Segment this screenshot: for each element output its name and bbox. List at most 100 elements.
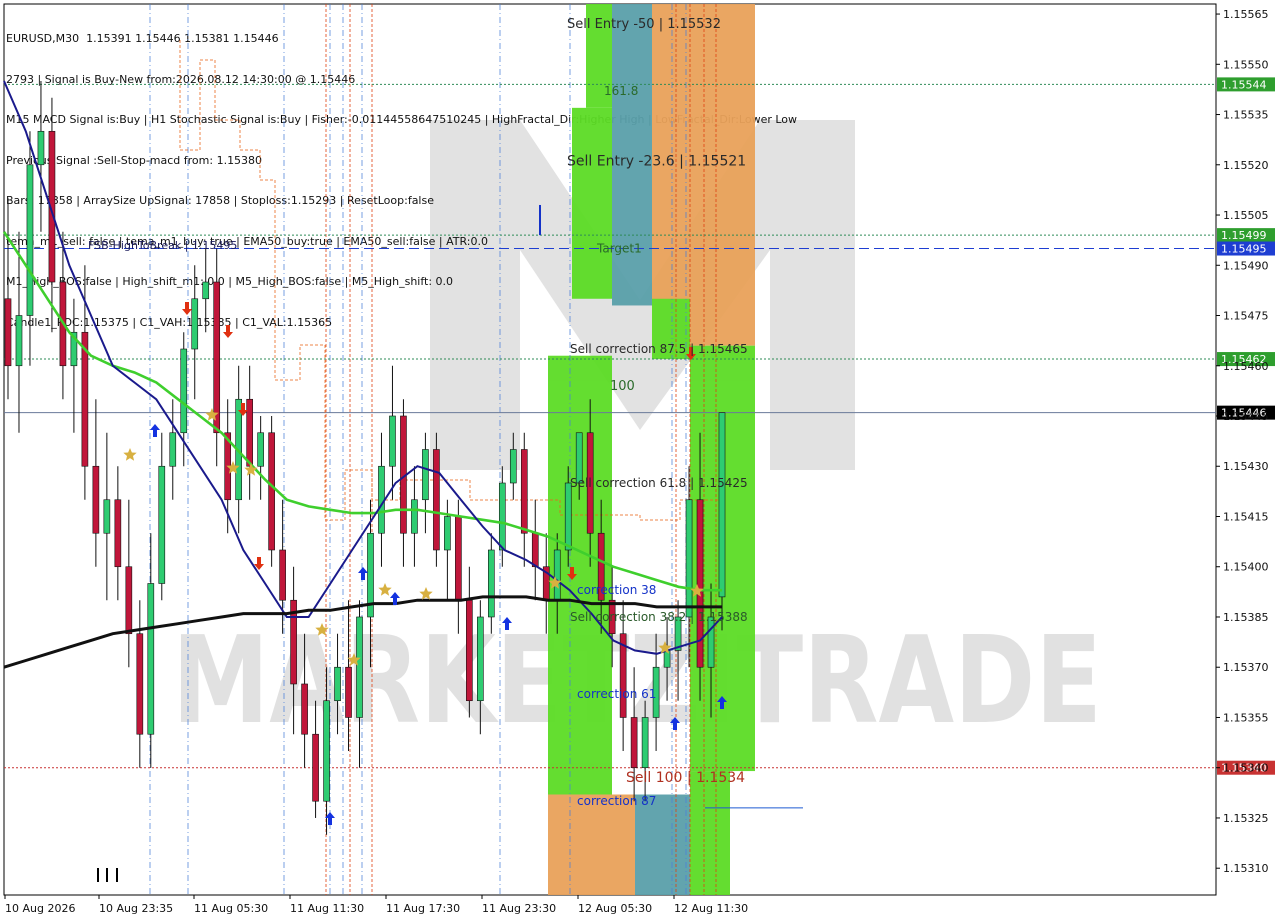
candle-body: [641, 717, 649, 769]
price-level-tag-text: 1.15495: [1221, 243, 1267, 256]
y-tick-label: 1.15445: [1223, 410, 1269, 423]
y-tick-label: 1.15505: [1223, 209, 1269, 222]
candle: [411, 466, 418, 567]
candle-body: [411, 499, 418, 534]
candle: [268, 416, 275, 567]
zone-annotation-label: Sell correction 87.5 | 1.15465: [570, 342, 748, 356]
candle: [15, 231, 23, 433]
candle: [125, 499, 133, 668]
candle-body: [15, 315, 23, 367]
candle: [433, 432, 440, 567]
sell-arrow-icon: [223, 325, 233, 338]
candle-body: [301, 683, 308, 735]
candle-body: [37, 130, 45, 166]
y-tick-label: 1.15415: [1223, 510, 1269, 523]
y-tick-label: 1.15325: [1223, 812, 1269, 825]
candle-body: [125, 566, 133, 635]
candle: [422, 432, 429, 534]
candle-body: [213, 281, 221, 434]
candle: [169, 399, 177, 500]
y-tick-label: 1.15385: [1223, 611, 1269, 624]
y-tick-label: 1.15310: [1223, 862, 1269, 875]
candle-body: [257, 432, 264, 467]
y-tick-label: 1.15355: [1223, 711, 1269, 724]
y-tick-label: 1.15565: [1223, 8, 1269, 21]
candle: [158, 432, 166, 601]
candle-body: [334, 666, 341, 702]
candle: [92, 399, 100, 567]
zone-annotation-label: correction 87: [577, 794, 656, 808]
candle-body: [531, 532, 539, 568]
candle-body: [553, 549, 561, 601]
y-tick-label: 1.15475: [1223, 310, 1269, 323]
candle: [400, 399, 407, 567]
candle-body: [312, 733, 319, 802]
x-tick-label: 11 Aug 05:30: [194, 902, 268, 915]
candle: [4, 198, 12, 400]
price-level-tag-text: 1.15499: [1221, 229, 1267, 242]
candle-body: [498, 482, 506, 551]
sell-arrow-icon: [182, 302, 192, 315]
star-marker-icon: [123, 448, 137, 461]
candle-body: [509, 449, 517, 484]
buy-arrow-icon: [358, 567, 368, 580]
candle-body: [433, 449, 440, 551]
candle-body: [202, 281, 210, 300]
candle-body: [268, 432, 275, 551]
candle-body: [246, 398, 253, 467]
candle-body: [455, 516, 462, 601]
candle: [531, 499, 539, 601]
y-tick-label: 1.15370: [1223, 661, 1269, 674]
candle-body: [389, 415, 396, 467]
y-tick-label: 1.15490: [1223, 259, 1269, 272]
y-tick-label: 1.15400: [1223, 561, 1269, 574]
candle-body: [136, 633, 144, 735]
y-tick-label: 1.15550: [1223, 58, 1269, 71]
candle: [257, 416, 264, 500]
candle: [103, 432, 111, 601]
price-chart[interactable]: MARKETZITRADE1.155441.154991.154951.1546…: [0, 0, 1280, 920]
candle: [147, 533, 155, 768]
candle-body: [345, 666, 352, 718]
zone-annotation-label: correction 38: [577, 583, 656, 597]
candle: [202, 248, 210, 333]
candle-body: [488, 549, 495, 618]
buy-arrow-icon: [150, 424, 160, 437]
candle-body: [707, 616, 715, 668]
x-tick-label: 12 Aug 11:30: [674, 902, 748, 915]
candle: [520, 432, 528, 567]
x-tick-label: 11 Aug 23:30: [482, 902, 556, 915]
star-marker-icon: [419, 587, 433, 600]
y-tick-label: 1.15430: [1223, 460, 1269, 473]
candle: [37, 81, 45, 232]
star-marker-icon: [378, 583, 392, 596]
candle-body: [169, 432, 177, 467]
candle-body: [180, 348, 188, 434]
x-tick-label: 10 Aug 2026: [5, 902, 75, 915]
fibonacci-zone: [690, 771, 730, 895]
candle: [136, 600, 144, 768]
fibonacci-zone: [635, 794, 690, 895]
zone-annotation-label: 161.8: [604, 84, 638, 98]
y-tick-label: 1.15340: [1223, 762, 1269, 775]
star-marker-icon: [244, 463, 258, 476]
y-tick-label: 1.15460: [1223, 360, 1269, 373]
candle-body: [477, 616, 484, 702]
y-tick-label: 1.15520: [1223, 159, 1269, 172]
zone-annotation-label: Sell Entry -50 | 1.15532: [567, 17, 721, 32]
candle: [389, 365, 396, 500]
candle-body: [444, 516, 451, 551]
price-level-tag-text: 1.15544: [1221, 78, 1267, 91]
candle: [213, 248, 221, 467]
candle: [114, 466, 122, 601]
zone-annotation-label: Sell Entry -23.6 | 1.15521: [567, 153, 746, 169]
zone-annotation-label: 100: [610, 379, 635, 394]
candle-body: [114, 499, 122, 568]
zone-annotation-label: Sell correction 38.2 | 1.15388: [570, 610, 748, 624]
fibonacci-zone: [548, 794, 635, 895]
x-tick-label: 10 Aug 23:35: [99, 902, 173, 915]
candle-body: [279, 549, 286, 601]
x-tick-label: 11 Aug 17:30: [386, 902, 460, 915]
candle-body: [630, 717, 638, 769]
candle-body: [564, 482, 572, 551]
